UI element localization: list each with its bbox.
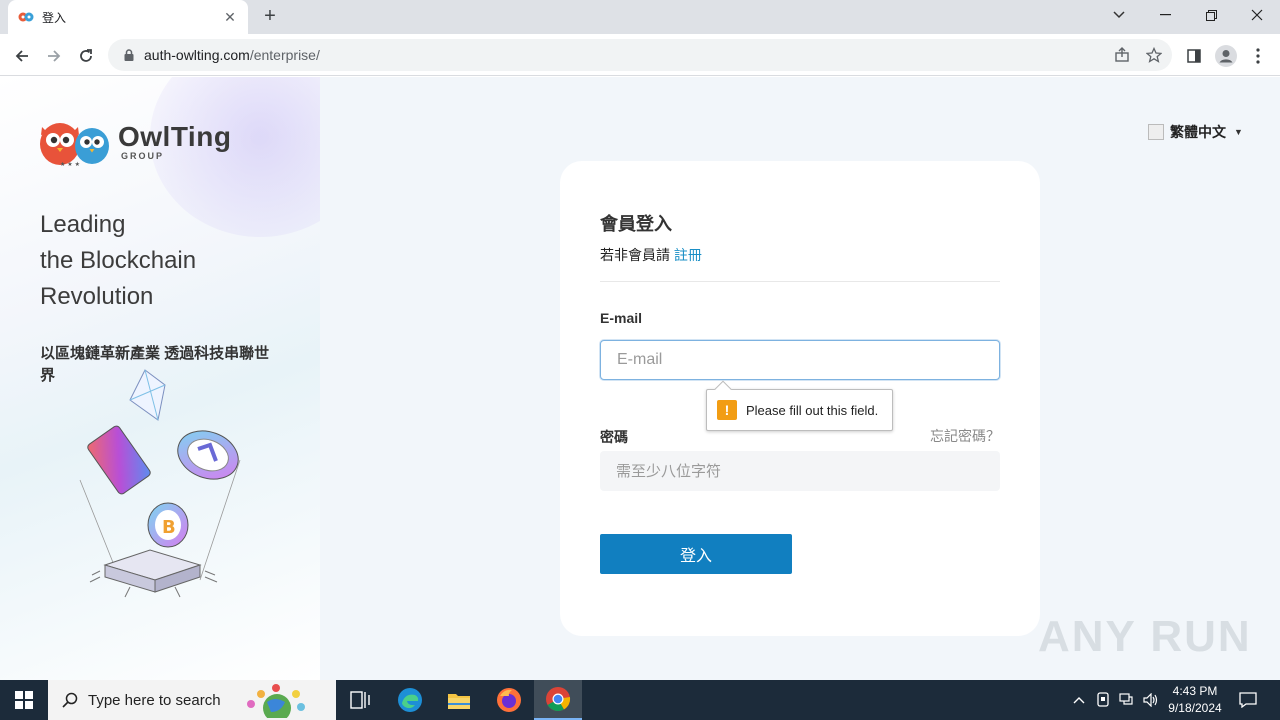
svg-text:★ ★ ★: ★ ★ ★ (60, 161, 80, 167)
owlting-favicon-icon (18, 12, 34, 22)
firefox-icon[interactable] (485, 680, 533, 720)
taskbar-search[interactable]: Type here to search (48, 680, 336, 720)
language-label: 繁體中文 (1170, 124, 1226, 140)
notifications-icon[interactable] (1234, 680, 1262, 720)
brand-panel: ★ ★ ★ OwlTing GROUP Leading the Blockcha… (0, 77, 320, 680)
close-window-button[interactable] (1234, 0, 1280, 30)
close-tab-icon[interactable]: ✕ (222, 9, 238, 26)
forgot-password-link[interactable]: 忘記密碼？ (930, 426, 1000, 446)
clock-time: 4:43 PM (1172, 684, 1218, 698)
tab-title: 登入 (42, 10, 67, 25)
warning-icon: ! (717, 400, 737, 420)
register-link[interactable]: 註冊 (674, 247, 702, 263)
network-icon[interactable] (1116, 680, 1138, 720)
flag-icon (1148, 124, 1164, 140)
url-host: auth-owlting.com (144, 47, 250, 63)
edge-icon[interactable] (386, 680, 434, 720)
email-field[interactable] (600, 340, 1000, 380)
search-placeholder: Type here to search (88, 691, 221, 709)
search-icon (62, 692, 78, 708)
volume-icon[interactable] (1140, 680, 1162, 720)
new-tab-button[interactable]: + (258, 5, 282, 29)
menu-kebab-icon[interactable] (1244, 42, 1272, 70)
svg-text:B: B (162, 517, 176, 538)
chrome-icon[interactable] (534, 680, 582, 720)
reload-button[interactable] (72, 42, 100, 70)
validation-message: Please fill out this field. (746, 402, 879, 418)
login-button[interactable]: 登入 (600, 534, 792, 574)
owl-mascot-icon: ★ ★ ★ (40, 123, 109, 167)
back-arrow-icon (15, 50, 28, 62)
password-label: 密碼 (600, 429, 628, 445)
page-content: ★ ★ ★ OwlTing GROUP Leading the Blockcha… (0, 77, 1280, 680)
browser-toolbar: auth-owlting.com/enterprise/ (0, 34, 1280, 76)
email-label: E-mail (600, 310, 643, 326)
windows-taskbar: Type here to search 4:43 PM 9/18/2024 (0, 680, 1280, 720)
forward-button[interactable] (40, 42, 68, 70)
search-highlight-icon (246, 684, 305, 718)
share-icon[interactable] (1109, 42, 1135, 68)
register-prompt: 若非會員請 註冊 (600, 247, 702, 263)
show-hidden-icons[interactable] (1068, 680, 1090, 720)
address-bar[interactable]: auth-owlting.com/enterprise/ (108, 39, 1172, 71)
clock-date: 9/18/2024 (1168, 701, 1222, 715)
tab-search-icon[interactable] (1096, 0, 1142, 30)
password-field[interactable] (600, 451, 1000, 491)
caret-down-icon: ▼ (1234, 127, 1243, 137)
browser-tabbar: 登入 ✕ + (0, 0, 1280, 34)
clock[interactable]: 4:43 PM 9/18/2024 (1160, 683, 1230, 717)
windows-logo-icon (15, 691, 33, 709)
owlting-logo: ★ ★ ★ OwlTing GROUP (38, 117, 231, 167)
task-view-icon[interactable] (336, 680, 384, 720)
validation-tooltip: ! Please fill out this field. (706, 380, 893, 431)
reload-icon (80, 49, 92, 62)
start-button[interactable] (0, 680, 48, 720)
bookmark-star-icon[interactable] (1141, 42, 1167, 68)
url-path: /enterprise/ (249, 47, 320, 63)
logo-subtext: GROUP (121, 151, 165, 161)
login-title: 會員登入 (600, 214, 672, 234)
forward-arrow-icon (48, 50, 61, 62)
logo-wordmark: OwlTing (118, 121, 232, 152)
anyrun-watermark: ANY RUN (1038, 612, 1252, 661)
language-selector[interactable]: 繁體中文 ▼ (1148, 122, 1243, 142)
restore-button[interactable] (1188, 0, 1234, 30)
blockchain-illustration: B (79, 369, 241, 598)
meet-now-icon[interactable] (1092, 680, 1114, 720)
profile-avatar-icon[interactable] (1212, 42, 1240, 70)
minimize-button[interactable] (1142, 0, 1188, 30)
lock-icon (124, 49, 134, 61)
divider (600, 281, 1000, 282)
side-panel-icon[interactable] (1180, 42, 1208, 70)
file-explorer-icon[interactable] (435, 680, 483, 720)
browser-tab[interactable]: 登入 ✕ (8, 0, 248, 34)
hero-headline: Leading the Blockchain Revolution (40, 211, 197, 310)
back-button[interactable] (8, 42, 36, 70)
